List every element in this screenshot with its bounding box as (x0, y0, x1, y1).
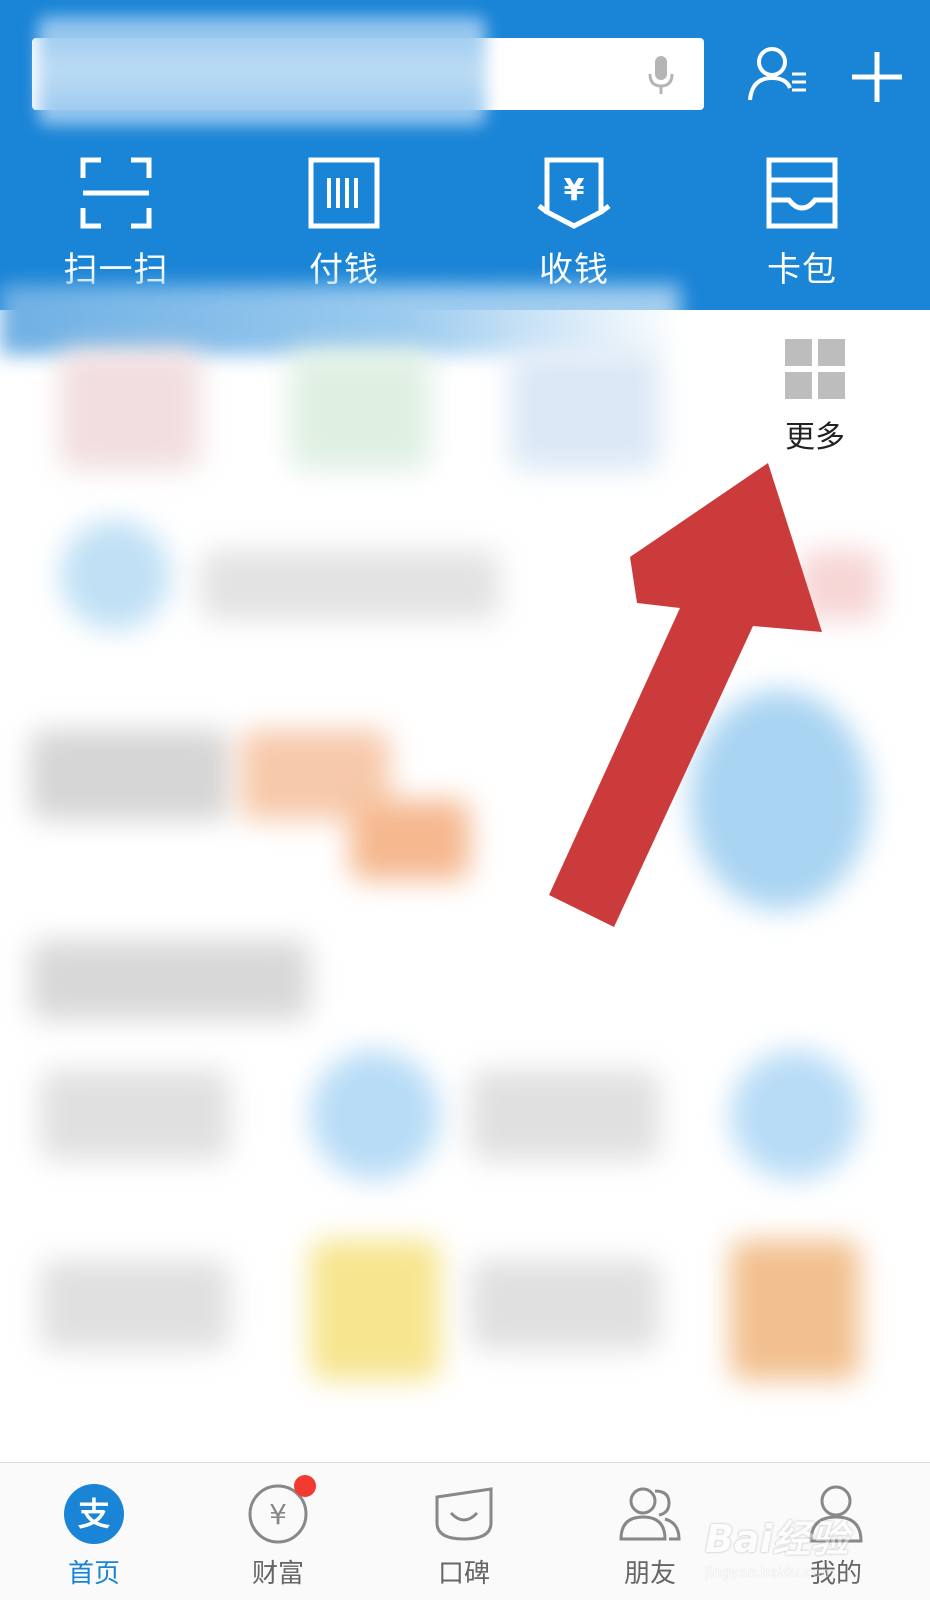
card-wallet-label: 卡包 (767, 250, 837, 290)
blurred-feed-text (470, 1260, 660, 1350)
baidu-jingyan-watermark: Bai经验 jingyan.baidu.com (705, 1508, 885, 1588)
blurred-feed-icon (730, 1050, 860, 1180)
quick-actions: 扫一扫 付钱 ¥ 收钱 卡包 (0, 150, 930, 290)
svg-text:¥: ¥ (564, 173, 585, 208)
tab-koubei[interactable]: 口碑 (404, 1483, 524, 1593)
blurred-feed-icon (310, 1050, 440, 1180)
blurred-banner-text (200, 550, 500, 620)
svg-text:支: 支 (78, 1495, 110, 1533)
grid-icon (785, 339, 845, 399)
alipay-home-icon: 支 (64, 1484, 124, 1544)
scan-label: 扫一扫 (63, 250, 169, 290)
pay-button[interactable]: 付钱 (264, 150, 424, 290)
more-label: 更多 (785, 420, 845, 455)
svg-text:¥: ¥ (269, 1498, 287, 1531)
more-apps-button[interactable]: 更多 (760, 338, 870, 458)
blurred-app-icon (60, 350, 200, 470)
red-arrow-icon (549, 463, 822, 927)
watermark-url: jingyan.baidu.com (705, 1565, 835, 1581)
search-input[interactable] (32, 16, 704, 126)
receive-button[interactable]: ¥ 收钱 (494, 150, 654, 290)
blurred-feed-text (470, 1070, 660, 1160)
tab-koubei-label: 口碑 (437, 1559, 490, 1589)
tab-friends[interactable]: 朋友 (590, 1483, 710, 1593)
tab-home-label: 首页 (67, 1559, 120, 1589)
tab-wealth-label: 财富 (251, 1559, 304, 1589)
blurred-feed-icon (310, 1240, 440, 1380)
blurred-feed-text (40, 1260, 230, 1350)
blurred-app-icon (510, 350, 660, 470)
blurred-app-icon (290, 350, 430, 470)
watermark-logo: Bai经验 (705, 1517, 849, 1561)
scan-icon (80, 157, 152, 229)
blurred-promo-text (30, 730, 230, 820)
card-wallet-icon (766, 157, 838, 229)
app-header: 扫一扫 付钱 ¥ 收钱 卡包 (0, 0, 930, 310)
notification-badge (294, 1475, 316, 1497)
friends-icon (619, 1487, 681, 1541)
card-wallet-button[interactable]: 卡包 (722, 150, 882, 290)
receive-money-icon: ¥ (537, 157, 611, 229)
blurred-banner-icon (60, 520, 170, 630)
blurred-feed-text (40, 1070, 230, 1160)
plus-icon[interactable] (850, 50, 904, 104)
tab-friends-label: 朋友 (623, 1559, 676, 1589)
blurred-section-title (30, 940, 310, 1020)
microphone-icon[interactable] (646, 54, 676, 96)
tab-home[interactable]: 支 首页 (34, 1483, 154, 1593)
contacts-icon[interactable] (746, 44, 812, 106)
receive-label: 收钱 (539, 250, 609, 290)
pay-barcode-icon (308, 157, 380, 229)
koubei-icon (435, 1487, 493, 1541)
blurred-promo-text (350, 800, 470, 880)
pay-label: 付钱 (309, 250, 379, 290)
scan-button[interactable]: 扫一扫 (36, 150, 196, 290)
search-blur-overlay (38, 16, 486, 126)
blurred-feed-icon (730, 1240, 860, 1380)
tab-wealth[interactable]: ¥ 财富 (218, 1475, 338, 1593)
